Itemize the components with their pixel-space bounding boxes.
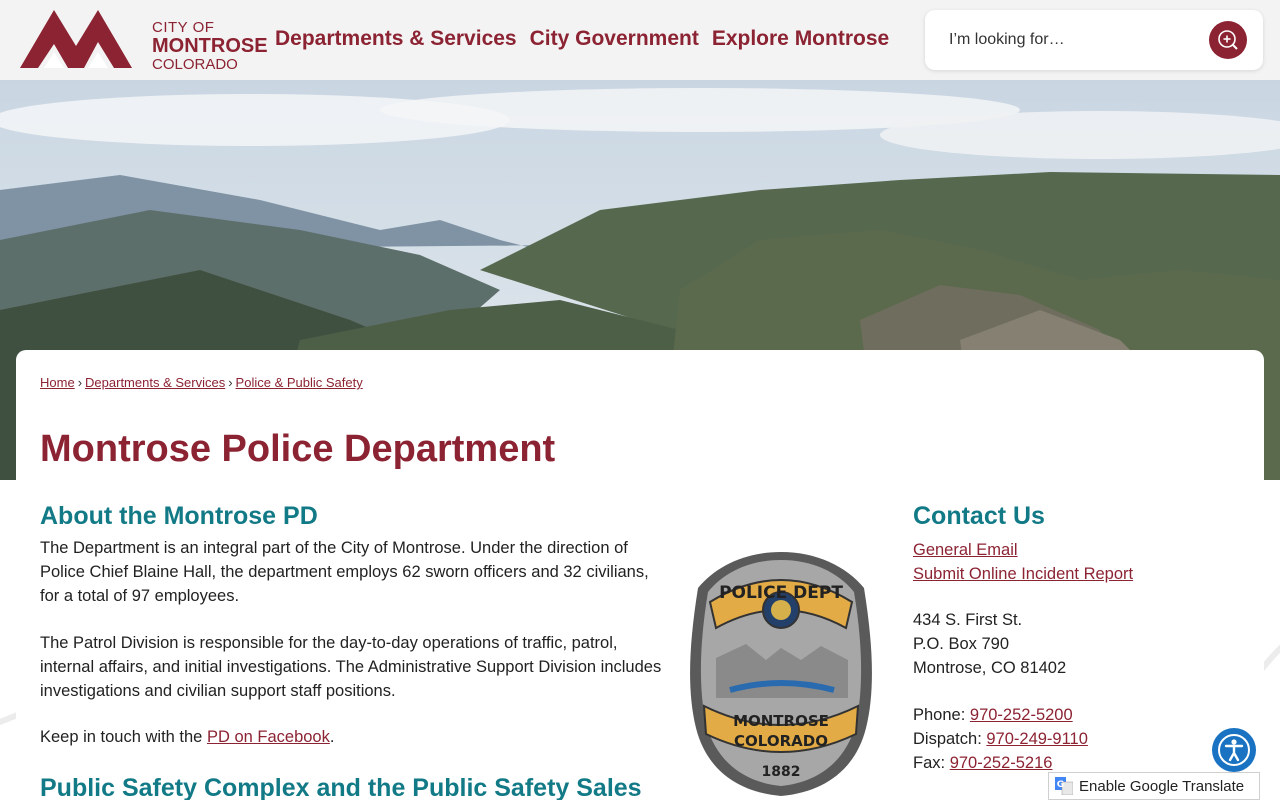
- address-line-1: 434 S. First St.: [913, 611, 1023, 629]
- breadcrumb-police[interactable]: Police & Public Safety: [236, 375, 363, 390]
- city-logo[interactable]: CITY OF MONTROSE COLORADO: [18, 6, 268, 74]
- facebook-suffix: .: [329, 728, 335, 746]
- about-paragraph-1: The Department is an integral part of th…: [40, 539, 649, 605]
- badge-bottom-text-2: COLORADO: [734, 732, 828, 750]
- search-plus-icon: [1218, 30, 1238, 50]
- about-paragraph-3: Keep in touch with the PD on Facebook.: [40, 725, 670, 749]
- logo-mountains-icon: [20, 10, 132, 68]
- breadcrumb-departments[interactable]: Departments & Services: [85, 375, 225, 390]
- logo-line-3: COLORADO: [152, 56, 238, 73]
- dispatch-link[interactable]: 970-249-9110: [986, 730, 1088, 748]
- dispatch-label: Dispatch:: [913, 730, 982, 748]
- google-translate-button[interactable]: G Enable Google Translate: [1048, 772, 1260, 800]
- logo-line-2: MONTROSE: [152, 35, 268, 57]
- fax-label: Fax:: [913, 754, 946, 772]
- content-card: Home › Departments & Services › Police & Pub…: [16, 350, 1264, 800]
- search-box: [925, 10, 1263, 70]
- page-title: Montrose Police Department: [40, 428, 556, 470]
- nav-explore-montrose[interactable]: Explore Montrose: [712, 27, 889, 51]
- phone-label: Phone:: [913, 706, 966, 724]
- badge-bottom-text-1: MONTROSE: [733, 712, 829, 730]
- svg-text:G: G: [1057, 780, 1064, 790]
- breadcrumb-separator: ›: [77, 375, 83, 390]
- logo-text: CITY OF MONTROSE COLORADO: [152, 20, 268, 72]
- address-line-2: P.O. Box 790: [913, 635, 1010, 653]
- breadcrumb: Home › Departments & Services › Police & Pub…: [40, 375, 363, 390]
- about-heading: About the Montrose PD: [40, 502, 318, 530]
- contact-heading: Contact Us: [913, 502, 1045, 530]
- phone-link[interactable]: 970-252-5200: [970, 706, 1073, 724]
- site-header: CITY OF MONTROSE COLORADO Departments & …: [0, 0, 1280, 80]
- phone-line: Phone: 970-252-5200: [913, 706, 1073, 725]
- public-safety-heading: Public Safety Complex and the Public Saf…: [40, 774, 642, 800]
- google-translate-icon: G: [1055, 777, 1073, 795]
- about-paragraph-2: The Patrol Division is responsible for t…: [40, 634, 662, 700]
- breadcrumb-home[interactable]: Home: [40, 375, 75, 390]
- incident-report-link[interactable]: Submit Online Incident Report: [913, 565, 1133, 584]
- translate-label: Enable Google Translate: [1079, 777, 1245, 795]
- address-line-3: Montrose, CO 81402: [913, 659, 1067, 677]
- dispatch-line: Dispatch: 970-249-9110: [913, 730, 1088, 749]
- nav-city-government[interactable]: City Government: [530, 27, 699, 51]
- main-nav: Departments & Services City Government E…: [275, 27, 889, 51]
- fax-line: Fax: 970-252-5216: [913, 754, 1052, 773]
- facebook-prefix: Keep in touch with the: [40, 728, 207, 746]
- facebook-link[interactable]: PD on Facebook: [207, 728, 330, 746]
- accessibility-button[interactable]: [1212, 728, 1256, 772]
- fax-link[interactable]: 970-252-5216: [950, 754, 1053, 772]
- police-badge-image: POLICE DEPT MONTROSE COLORADO 1882: [690, 552, 872, 796]
- general-email-link[interactable]: General Email: [913, 541, 1018, 560]
- badge-top-text: POLICE DEPT: [719, 583, 843, 603]
- search-button[interactable]: [1209, 21, 1247, 59]
- search-input[interactable]: [949, 28, 1189, 52]
- badge-year: 1882: [762, 764, 801, 780]
- accessibility-icon: [1218, 734, 1250, 766]
- logo-line-1: CITY OF: [152, 19, 215, 36]
- nav-departments-services[interactable]: Departments & Services: [275, 27, 517, 51]
- breadcrumb-separator: ›: [228, 375, 233, 390]
